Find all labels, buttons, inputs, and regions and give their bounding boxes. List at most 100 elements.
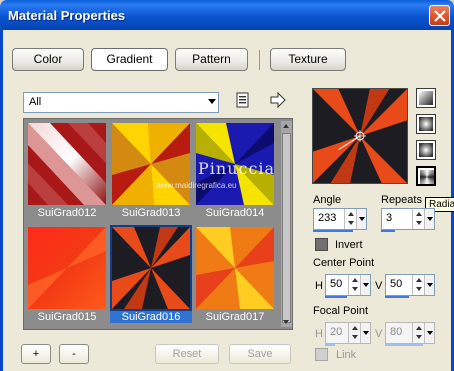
center-h-stepper[interactable] bbox=[348, 275, 360, 295]
focal-h-field[interactable]: 20 bbox=[325, 322, 371, 344]
remove-button[interactable]: - bbox=[59, 344, 89, 364]
center-h-label: H bbox=[315, 280, 323, 292]
increment-icon[interactable] bbox=[416, 326, 422, 330]
tab-pattern[interactable]: Pattern bbox=[175, 48, 248, 71]
angle-slider-bar[interactable] bbox=[313, 230, 353, 232]
focal-h-stepper[interactable] bbox=[348, 323, 360, 343]
focal-h-slider-bar[interactable] bbox=[325, 344, 335, 346]
list-item[interactable]: SuiGrad013 bbox=[110, 121, 192, 219]
focal-v-field[interactable]: 80 bbox=[385, 322, 435, 344]
more-options-button[interactable] bbox=[269, 91, 289, 112]
arrow-right-icon bbox=[270, 91, 286, 109]
gradient-name: SuiGrad014 bbox=[205, 207, 265, 219]
link-label: Link bbox=[336, 349, 357, 361]
increment-icon[interactable] bbox=[416, 278, 422, 282]
gradient-thumbnail bbox=[28, 227, 106, 309]
gradient-list[interactable]: SuiGrad012 SuiGrad013 SuiGrad014 SuiGrad… bbox=[23, 118, 293, 330]
link-checkbox[interactable] bbox=[315, 348, 328, 361]
list-item[interactable]: SuiGrad017 bbox=[194, 225, 276, 323]
focal-h-value: 20 bbox=[330, 326, 343, 338]
close-icon bbox=[434, 10, 446, 22]
scroll-up-icon[interactable] bbox=[283, 124, 289, 128]
chevron-down-icon bbox=[359, 217, 365, 221]
close-button[interactable] bbox=[429, 5, 450, 26]
tab-texture[interactable]: Texture bbox=[270, 48, 346, 71]
center-h-dropdown[interactable] bbox=[360, 275, 370, 295]
scroll-down-icon[interactable] bbox=[283, 320, 289, 324]
scrollbar-thumb[interactable] bbox=[282, 133, 291, 323]
decrement-icon[interactable] bbox=[416, 221, 422, 225]
linear-gradient-icon bbox=[419, 91, 433, 105]
center-v-field[interactable]: 50 bbox=[385, 274, 435, 296]
gradient-name: SuiGrad012 bbox=[37, 207, 97, 219]
dialog-body: Color Gradient Pattern Texture All SuiGr… bbox=[0, 30, 454, 371]
chevron-down-icon bbox=[208, 99, 216, 104]
gradient-name: SuiGrad015 bbox=[37, 311, 97, 323]
add-button[interactable]: + bbox=[21, 344, 51, 364]
decrement-icon[interactable] bbox=[352, 335, 358, 339]
save-button[interactable]: Save bbox=[229, 344, 291, 364]
gradient-thumbnail bbox=[196, 227, 274, 309]
center-point-label: Center Point bbox=[313, 257, 375, 269]
decrement-icon[interactable] bbox=[416, 287, 422, 291]
gradient-thumbnail bbox=[28, 123, 106, 205]
gradient-name: SuiGrad013 bbox=[121, 207, 181, 219]
tab-color[interactable]: Color bbox=[12, 48, 84, 71]
rectangular-gradient-icon bbox=[419, 117, 433, 131]
angle-dropdown[interactable] bbox=[356, 209, 366, 229]
angle-label: Angle bbox=[313, 194, 342, 206]
angle-value: 233 bbox=[318, 212, 337, 224]
decrement-icon[interactable] bbox=[416, 335, 422, 339]
center-h-slider-bar[interactable] bbox=[325, 296, 347, 298]
focal-h-dropdown[interactable] bbox=[360, 323, 370, 343]
gradient-list-scrollbar[interactable] bbox=[281, 121, 292, 327]
sunburst-style-button[interactable] bbox=[416, 140, 436, 160]
angle-stepper[interactable] bbox=[344, 209, 356, 229]
center-v-stepper[interactable] bbox=[412, 275, 424, 295]
center-v-slider-bar[interactable] bbox=[385, 296, 409, 298]
angle-field[interactable]: 233 bbox=[313, 208, 367, 230]
focal-h-label: H bbox=[315, 328, 323, 340]
focal-v-slider-bar[interactable] bbox=[385, 344, 423, 346]
center-v-dropdown[interactable] bbox=[424, 275, 434, 295]
list-item[interactable]: SuiGrad015 bbox=[26, 225, 108, 323]
gradient-preview[interactable] bbox=[312, 88, 408, 184]
resource-manager-button[interactable] bbox=[235, 92, 255, 112]
chevron-down-icon bbox=[427, 331, 433, 335]
repeats-dropdown[interactable] bbox=[424, 209, 434, 229]
radial-style-button[interactable] bbox=[416, 166, 436, 186]
invert-label: Invert bbox=[335, 239, 363, 251]
list-item[interactable]: SuiGrad012 bbox=[26, 121, 108, 219]
decrement-icon[interactable] bbox=[348, 221, 354, 225]
center-v-value: 50 bbox=[390, 278, 403, 290]
decrement-icon[interactable] bbox=[352, 287, 358, 291]
gradient-thumbnail bbox=[112, 123, 190, 205]
increment-icon[interactable] bbox=[348, 212, 354, 216]
tab-gradient[interactable]: Gradient bbox=[91, 48, 168, 71]
chevron-down-icon bbox=[427, 283, 433, 287]
linear-style-button[interactable] bbox=[416, 88, 436, 108]
radial-gradient-icon bbox=[420, 170, 434, 184]
focal-v-stepper[interactable] bbox=[412, 323, 424, 343]
reset-button[interactable]: Reset bbox=[155, 344, 219, 364]
center-h-field[interactable]: 50 bbox=[325, 274, 371, 296]
sunburst-gradient-icon bbox=[419, 143, 433, 157]
chevron-down-icon bbox=[363, 331, 369, 335]
increment-icon[interactable] bbox=[352, 278, 358, 282]
repeats-label: Repeats bbox=[381, 194, 422, 206]
repeats-value: 3 bbox=[386, 212, 393, 224]
rectangular-style-button[interactable] bbox=[416, 114, 436, 134]
repeats-slider-bar[interactable] bbox=[381, 230, 395, 232]
category-dropdown[interactable]: All bbox=[23, 92, 219, 113]
list-item-selected[interactable]: SuiGrad016 bbox=[110, 225, 192, 323]
repeats-stepper[interactable] bbox=[412, 209, 424, 229]
focal-v-label: V bbox=[375, 328, 383, 340]
increment-icon[interactable] bbox=[352, 326, 358, 330]
increment-icon[interactable] bbox=[416, 212, 422, 216]
repeats-field[interactable]: 3 bbox=[381, 208, 435, 230]
chevron-down-icon bbox=[363, 283, 369, 287]
focal-point-label: Focal Point bbox=[313, 305, 369, 317]
gradient-thumbnail bbox=[110, 225, 192, 311]
invert-checkbox[interactable] bbox=[315, 238, 328, 251]
focal-v-dropdown[interactable] bbox=[424, 323, 434, 343]
